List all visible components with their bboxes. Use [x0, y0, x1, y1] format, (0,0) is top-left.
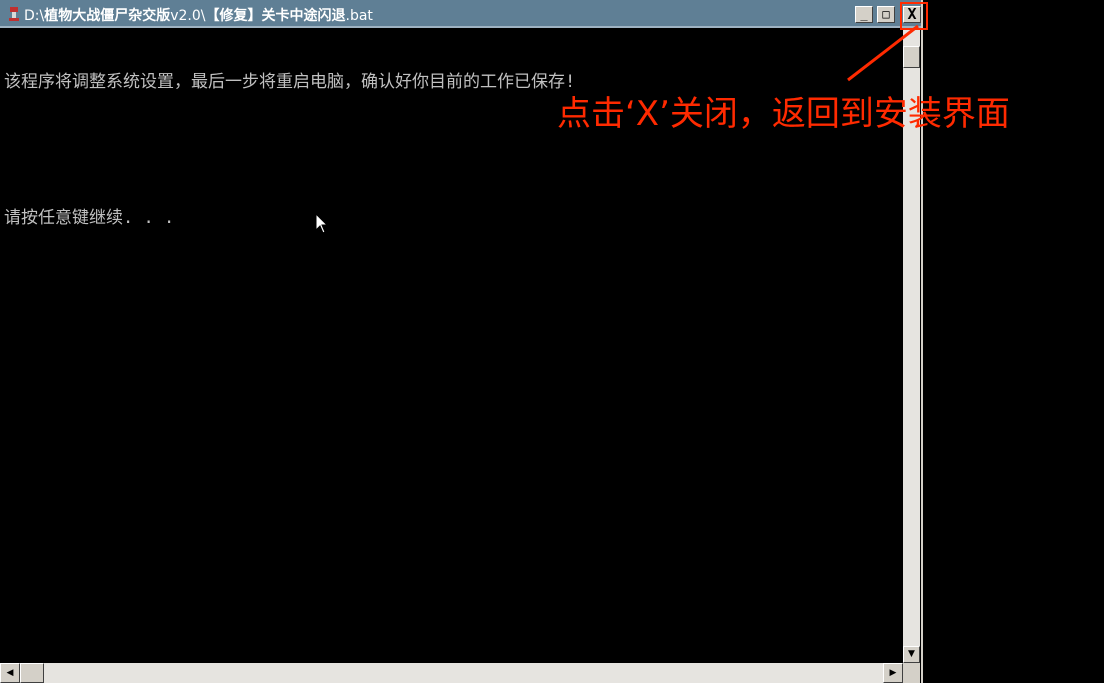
instruction-annotation: 点击‘X’关闭，返回到安装界面: [557, 94, 1010, 134]
title-bar[interactable]: D:\植物大战僵尸杂交版v2.0\【修复】关卡中途闪退.bat _ □ X: [0, 0, 921, 28]
scroll-right-arrow[interactable]: ▶: [883, 663, 903, 683]
batch-file-icon: [9, 7, 19, 21]
title-extension: .bat: [345, 8, 373, 24]
horizontal-scrollbar[interactable]: ◀ ▶: [0, 663, 903, 683]
console-line: 请按任意键继续. . .: [4, 208, 175, 228]
title-game-name: 植物大战僵尸杂交版: [44, 8, 171, 24]
window-title: D:\植物大战僵尸杂交版v2.0\【修复】关卡中途闪退.bat: [24, 5, 373, 25]
horizontal-scroll-thumb[interactable]: [20, 663, 44, 683]
scroll-left-arrow[interactable]: ◀: [0, 663, 20, 683]
mouse-cursor-icon: [315, 213, 329, 234]
scrollbar-corner: [903, 663, 920, 683]
scroll-down-arrow[interactable]: ▼: [903, 646, 920, 663]
title-version: v2.0\: [170, 8, 206, 24]
title-prefix: D:\: [24, 8, 45, 24]
annotation-arrow: [847, 24, 919, 82]
title-fix-name: 【修复】关卡中途闪退: [205, 8, 346, 24]
